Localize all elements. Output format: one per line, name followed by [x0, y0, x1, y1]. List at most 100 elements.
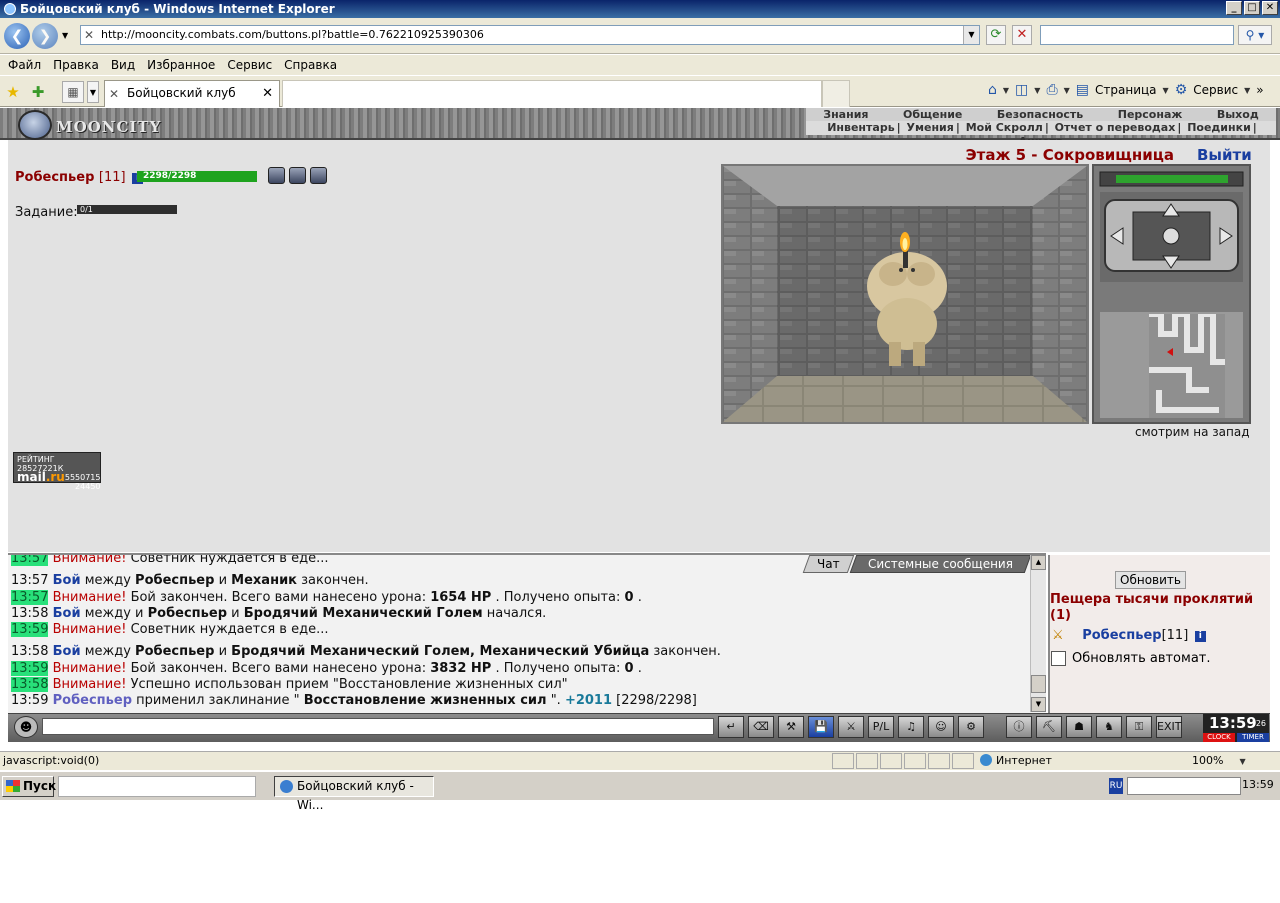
new-tab-area[interactable]	[282, 80, 822, 107]
quick-tabs-icon[interactable]: ▦	[62, 81, 84, 103]
refresh-icon[interactable]: ⟳	[986, 25, 1006, 45]
member-name[interactable]: Робеспьер	[1082, 628, 1161, 643]
protected-mode-icon[interactable]	[904, 753, 926, 769]
restore-button[interactable]: □	[1244, 1, 1260, 15]
submenu-battles[interactable]: Поединки	[1185, 121, 1253, 134]
enter-icon[interactable]: ↵	[718, 716, 744, 738]
security-zone[interactable]: Интернет	[980, 752, 1052, 770]
shovel-icon[interactable]: ⛏	[1036, 716, 1062, 738]
tab-list-dropdown-icon[interactable]: ▼	[87, 81, 99, 103]
chat-name[interactable]: 0	[625, 590, 634, 605]
effect-armor-icon[interactable]	[310, 167, 327, 184]
chat-name[interactable]: Механик	[231, 573, 297, 588]
menu-favorites[interactable]: Избранное	[141, 58, 221, 72]
submenu-transfers[interactable]: Отчет о переводах	[1053, 121, 1178, 134]
submenu-skills[interactable]: Умения	[905, 121, 956, 134]
chat-name[interactable]: Восстановление жизненных сил	[304, 693, 547, 708]
menu-tools[interactable]: Сервис	[221, 58, 278, 72]
timer-label[interactable]: TIMER	[1237, 733, 1269, 742]
menu-exit[interactable]: Выход	[1217, 108, 1259, 121]
menu-view[interactable]: Вид	[105, 58, 141, 72]
taskbar-item-ie[interactable]: Бойцовский клуб - Wi...	[274, 776, 434, 812]
exit-dungeon-link[interactable]: Выйти	[1197, 146, 1252, 164]
sound-icon[interactable]: ♫	[898, 716, 924, 738]
filter-icon[interactable]: ⚒	[778, 716, 804, 738]
chat-name[interactable]: Робеспьер	[135, 644, 214, 659]
save-icon[interactable]: 💾	[808, 716, 834, 738]
chat-timestamp[interactable]: 13:59	[11, 622, 49, 637]
tab-chat[interactable]: Чат	[802, 555, 854, 573]
add-favorite-icon[interactable]: ✚	[28, 82, 48, 102]
auto-refresh-checkbox[interactable]	[1051, 651, 1066, 666]
start-button[interactable]: Пуск	[2, 776, 56, 797]
chat-timestamp[interactable]: 13:57	[11, 573, 48, 588]
close-button[interactable]: ✕	[1262, 1, 1278, 15]
member-info-icon[interactable]: i	[1194, 631, 1206, 642]
lock-icon[interactable]: ⚿	[1126, 716, 1152, 738]
private-line-icon[interactable]: P/L	[868, 716, 894, 738]
tools-menu[interactable]: Сервис	[1193, 83, 1238, 97]
home-icon[interactable]: ⌂	[988, 82, 997, 98]
submenu-scroll[interactable]: Мой Скролл	[964, 121, 1045, 134]
chat-name[interactable]: Бродячий Механический Голем, Механически…	[231, 644, 649, 659]
page-menu[interactable]: Страница	[1095, 83, 1157, 97]
scroll-up-icon[interactable]: ▲	[1031, 555, 1046, 570]
search-input[interactable]	[1040, 25, 1234, 45]
chat-scrollbar[interactable]: ▲ ▼	[1030, 555, 1046, 712]
chat-timestamp[interactable]: 13:58	[11, 644, 48, 659]
chat-name[interactable]: Бродячий Механический Голем	[244, 606, 483, 621]
more-commands-icon[interactable]: »	[1256, 83, 1263, 97]
clock-label[interactable]: CLOCK	[1203, 733, 1235, 742]
mailru-rating-counter[interactable]: РЕЙТИНГ 28527221К mail.ru 5550715 24450	[13, 452, 101, 491]
chat-name[interactable]: 3832 HP	[430, 661, 491, 676]
recent-pages-dropdown-icon[interactable]: ▼	[62, 31, 68, 40]
info-icon[interactable]: ⓘ	[1006, 716, 1032, 738]
chat-timestamp[interactable]: 13:59	[11, 693, 48, 708]
tab-close-icon[interactable]: ✕	[262, 81, 273, 106]
speak-head-icon[interactable]: ☻	[14, 716, 38, 738]
minimize-button[interactable]: _	[1226, 1, 1242, 15]
menu-security[interactable]: Безопасность	[997, 108, 1083, 121]
house-icon[interactable]: ☗	[1066, 716, 1092, 738]
chat-name[interactable]: Робеспьер	[53, 693, 132, 708]
chat-input[interactable]	[42, 718, 714, 735]
smiley-icon[interactable]: ☺	[928, 716, 954, 738]
address-dropdown-icon[interactable]: ▼	[963, 26, 979, 44]
chat-timestamp[interactable]: 13:58	[11, 677, 49, 692]
language-indicator[interactable]: RU	[1109, 778, 1123, 794]
chat-timestamp[interactable]: 13:58	[11, 606, 48, 621]
chat-name[interactable]: Робеспьер	[135, 573, 214, 588]
knight-icon[interactable]: ♞	[1096, 716, 1122, 738]
search-icon[interactable]: ⚲ ▾	[1238, 25, 1272, 45]
back-button[interactable]: ❮	[4, 23, 30, 49]
address-input[interactable]: ✕ http://mooncity.combats.com/buttons.pl…	[80, 25, 980, 45]
favorites-star-icon[interactable]: ★	[3, 82, 23, 102]
zoom-level[interactable]: 100% ▼	[1192, 752, 1246, 771]
scroll-thumb[interactable]	[1031, 675, 1046, 693]
eraser-icon[interactable]: ⌫	[748, 716, 774, 738]
settings-icon[interactable]: ⚙	[958, 716, 984, 738]
exit-icon[interactable]: EXIT	[1156, 716, 1182, 738]
menu-knowledge[interactable]: Знания	[823, 108, 868, 121]
menu-help[interactable]: Справка	[278, 58, 343, 72]
chat-timestamp[interactable]: 13:57	[11, 555, 49, 566]
chat-name[interactable]: 1654 HP	[430, 590, 491, 605]
tab-system-messages[interactable]: Системные сообщения	[849, 555, 1031, 573]
forward-button[interactable]: ❯	[32, 23, 58, 49]
effect-shield-icon[interactable]	[289, 167, 306, 184]
new-tab-button[interactable]	[822, 80, 850, 107]
player-name[interactable]: Робеспьер	[15, 170, 94, 185]
chat-name[interactable]: Робеспьер	[148, 606, 227, 621]
refresh-room-button[interactable]: Обновить	[1115, 571, 1186, 589]
menu-character[interactable]: Персонаж	[1118, 108, 1183, 121]
chat-timestamp[interactable]: 13:59	[11, 661, 49, 676]
stop-icon[interactable]: ✕	[1012, 25, 1032, 45]
chat-timestamp[interactable]: 13:57	[11, 590, 49, 605]
menu-communication[interactable]: Общение	[903, 108, 962, 121]
chat-name[interactable]: 0	[625, 661, 634, 676]
scroll-down-icon[interactable]: ▼	[1031, 697, 1046, 712]
menu-file[interactable]: Файл	[2, 58, 47, 72]
menu-edit[interactable]: Правка	[47, 58, 105, 72]
effect-scroll-icon[interactable]	[268, 167, 285, 184]
fight-icon[interactable]: ⚔	[838, 716, 864, 738]
